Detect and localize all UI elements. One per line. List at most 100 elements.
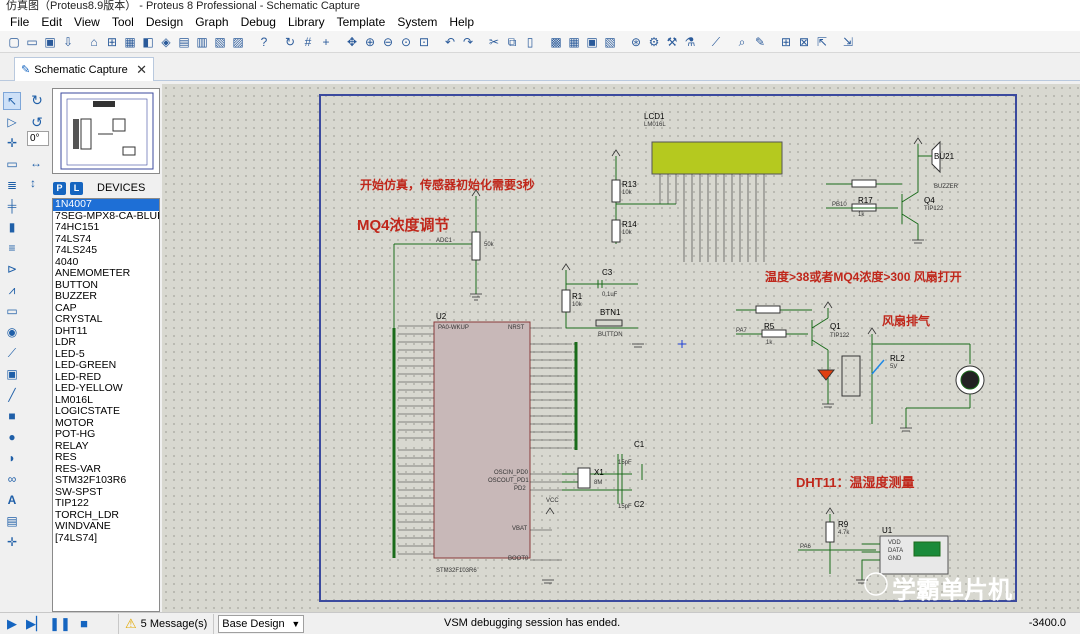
circle-icon[interactable]: ● xyxy=(3,428,21,446)
junction-dot-icon[interactable]: ✛ xyxy=(3,134,21,152)
box-icon[interactable]: ■ xyxy=(3,407,21,425)
save-icon[interactable]: ▣ xyxy=(42,34,58,50)
symbol-icon[interactable]: ▤ xyxy=(3,512,21,530)
menu-file[interactable]: File xyxy=(4,15,35,29)
design-variant-select[interactable]: Base Design ▼ xyxy=(218,614,305,633)
grid-icon[interactable]: # xyxy=(300,34,316,50)
menu-view[interactable]: View xyxy=(68,15,106,29)
open-folder-icon[interactable]: ▭ xyxy=(24,34,40,50)
device-list-item[interactable]: WINDVANE xyxy=(53,520,159,533)
voltage-probe-icon[interactable]: ⟋ xyxy=(3,344,21,362)
select-mode-icon[interactable]: ↖ xyxy=(3,92,21,110)
gerber-icon[interactable]: ◧ xyxy=(140,34,156,50)
device-list-item[interactable]: ANEMOMETER xyxy=(53,267,159,280)
origin-icon[interactable]: + xyxy=(318,34,334,50)
menu-help[interactable]: Help xyxy=(443,15,480,29)
wire-label-icon[interactable]: ▭ xyxy=(3,155,21,173)
generator-icon[interactable]: ◉ xyxy=(3,323,21,341)
device-list-item[interactable]: STM32F103R6 xyxy=(53,474,159,487)
arc-icon[interactable]: ◗ xyxy=(3,449,21,467)
device-list-item[interactable]: 1N4007 xyxy=(53,199,159,211)
bus-icon[interactable]: ╪ xyxy=(3,197,21,215)
terminals-icon[interactable]: ≡ xyxy=(3,239,21,257)
redo-icon[interactable]: ↷ xyxy=(460,34,476,50)
new-file-icon[interactable]: ▢ xyxy=(6,34,22,50)
menu-tool[interactable]: Tool xyxy=(106,15,140,29)
notes-icon[interactable]: ▥ xyxy=(194,34,210,50)
property-assign-icon[interactable]: ✎ xyxy=(752,34,768,50)
netlist-icon[interactable]: ⇲ xyxy=(840,34,856,50)
new-sheet-icon[interactable]: ⊞ xyxy=(778,34,794,50)
undo-icon[interactable]: ↶ xyxy=(442,34,458,50)
packaging-icon[interactable]: ⚒ xyxy=(664,34,680,50)
zoom-all-icon[interactable]: ⊙ xyxy=(398,34,414,50)
menu-debug[interactable]: Debug xyxy=(235,15,282,29)
rotation-angle-field[interactable]: 0° xyxy=(27,131,49,146)
graph-icon[interactable]: ⩘ xyxy=(3,281,21,299)
schematic-canvas[interactable]: 开始仿真，传感器初始化需要3秒 MQ4浓度调节 温度>38或者MQ4浓度>300… xyxy=(162,84,1080,612)
component-mode-icon[interactable]: ▷ xyxy=(3,113,21,131)
path-icon[interactable]: ∞ xyxy=(3,470,21,488)
copy-icon[interactable]: ⧉ xyxy=(504,34,520,50)
library-manager-button[interactable]: L xyxy=(70,181,83,195)
rotate-cw-icon[interactable]: ↻ xyxy=(31,92,43,109)
schematic-icon[interactable]: ⊞ xyxy=(104,34,120,50)
menu-design[interactable]: Design xyxy=(140,15,189,29)
tape-recorder-icon[interactable]: ▭ xyxy=(3,302,21,320)
remove-sheet-icon[interactable]: ⊠ xyxy=(796,34,812,50)
design-explorer-icon[interactable]: ▧ xyxy=(212,34,228,50)
block-copy-icon[interactable]: ▩ xyxy=(548,34,564,50)
pcb-icon[interactable]: ▦ xyxy=(122,34,138,50)
device-pins-icon[interactable]: ⊳ xyxy=(3,260,21,278)
menu-library[interactable]: Library xyxy=(282,15,331,29)
close-icon[interactable]: ✕ xyxy=(136,62,147,78)
device-list-item[interactable]: LDR xyxy=(53,336,159,349)
import-icon[interactable]: ⇩ xyxy=(60,34,76,50)
pick-devices-button[interactable]: P xyxy=(53,181,66,195)
block-rotate-icon[interactable]: ▣ xyxy=(584,34,600,50)
device-list-item[interactable]: 74LS245 xyxy=(53,244,159,257)
text-script-icon[interactable]: ≣ xyxy=(3,176,21,194)
device-list-item[interactable]: LED-YELLOW xyxy=(53,382,159,395)
make-device-icon[interactable]: ⚙ xyxy=(646,34,662,50)
menu-system[interactable]: System xyxy=(391,15,443,29)
line-icon[interactable]: ╱ xyxy=(3,386,21,404)
rotate-ccw-icon[interactable]: ↺ xyxy=(31,114,43,131)
device-list-item[interactable]: LED-GREEN xyxy=(53,359,159,372)
source-code-icon[interactable]: ▨ xyxy=(230,34,246,50)
messages-indicator[interactable]: ⚠ 5 Message(s) xyxy=(118,613,215,634)
decompose-icon[interactable]: ⚗ xyxy=(682,34,698,50)
marker-icon[interactable]: ✛ xyxy=(3,533,21,551)
3d-icon[interactable]: ◈ xyxy=(158,34,174,50)
device-list-item[interactable]: 74HC151 xyxy=(53,221,159,234)
tab-schematic-capture[interactable]: ✎ Schematic Capture ✕ xyxy=(14,57,154,81)
menu-graph[interactable]: Graph xyxy=(189,15,234,29)
search-icon[interactable]: ⌕ xyxy=(734,34,750,50)
zoom-out-icon[interactable]: ⊖ xyxy=(380,34,396,50)
device-list-item[interactable]: [74LS74] xyxy=(53,532,159,545)
refresh-icon[interactable]: ↻ xyxy=(282,34,298,50)
exit-parent-icon[interactable]: ⇱ xyxy=(814,34,830,50)
mirror-horizontal-icon[interactable]: ↔ xyxy=(30,156,42,170)
menu-edit[interactable]: Edit xyxy=(35,15,68,29)
menu-template[interactable]: Template xyxy=(331,15,392,29)
virtual-instruments-icon[interactable]: ▣ xyxy=(3,365,21,383)
device-list-item[interactable]: TIP122 xyxy=(53,497,159,510)
cut-icon[interactable]: ✂ xyxy=(486,34,502,50)
device-list-item[interactable]: BUZZER xyxy=(53,290,159,303)
home-icon[interactable]: ⌂ xyxy=(86,34,102,50)
bom-icon[interactable]: ▤ xyxy=(176,34,192,50)
overview-window[interactable] xyxy=(52,88,160,174)
device-list-item[interactable]: POT-HG xyxy=(53,428,159,441)
device-list-item[interactable]: LOGICSTATE xyxy=(53,405,159,418)
zoom-in-icon[interactable]: ⊕ xyxy=(362,34,378,50)
stop-icon[interactable]: ■ xyxy=(72,616,96,631)
help-icon[interactable]: ? xyxy=(256,34,272,50)
subcircuit-icon[interactable]: ▮ xyxy=(3,218,21,236)
pick-device-icon[interactable]: ⊛ xyxy=(628,34,644,50)
play-icon[interactable]: ▶ xyxy=(0,616,24,632)
zoom-area-icon[interactable]: ⊡ xyxy=(416,34,432,50)
wire-autorouter-icon[interactable]: ⟋ xyxy=(708,34,724,50)
step-icon[interactable]: ▶▏ xyxy=(24,616,48,632)
pan-icon[interactable]: ✥ xyxy=(344,34,360,50)
